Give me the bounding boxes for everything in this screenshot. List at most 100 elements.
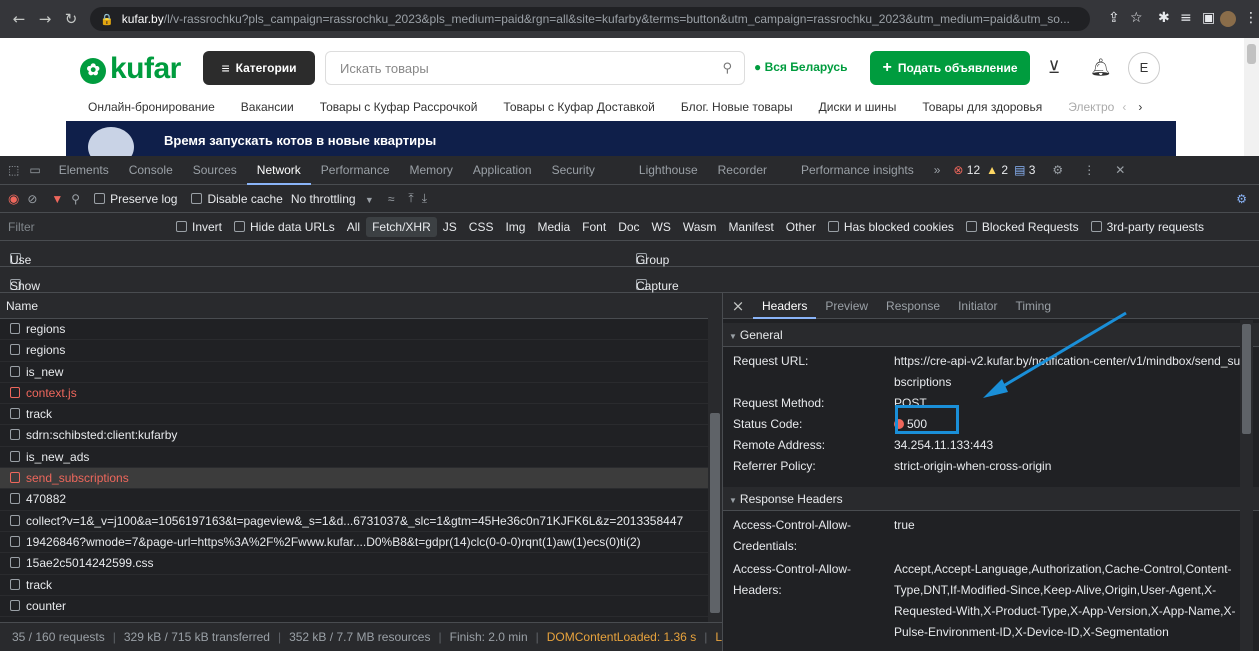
request-row[interactable]: sdrn:schibsted:client:kufarby <box>0 425 708 447</box>
kufar-logo[interactable]: ✿ kufar <box>80 52 181 86</box>
type-filter-other[interactable]: Other <box>780 217 822 237</box>
type-filter-img[interactable]: Img <box>499 217 531 237</box>
nav-item[interactable]: Товары с Куфар Доставкой <box>503 100 654 114</box>
tab-security[interactable]: Security <box>542 163 605 177</box>
tab-timing[interactable]: Timing <box>1006 299 1060 313</box>
message-count-badge[interactable]: ▤ 3 <box>1011 163 1038 177</box>
type-filter-fetch-xhr[interactable]: Fetch/XHR <box>366 216 437 237</box>
inspect-icon[interactable]: ⬚ <box>0 163 25 177</box>
hide-data-urls-checkbox[interactable]: Hide data URLs <box>228 217 341 237</box>
tab-lighthouse[interactable]: Lighthouse <box>605 163 708 177</box>
request-row[interactable]: regions <box>0 340 708 362</box>
bookmark-star-icon[interactable]: ☆ <box>1130 10 1143 26</box>
type-filter-all[interactable]: All <box>341 217 366 237</box>
request-row[interactable]: 19426846?wmode=7&page-url=https%3A%2F%2F… <box>0 532 708 554</box>
request-row[interactable]: regions <box>0 319 708 341</box>
tab-performance[interactable]: Performance <box>311 163 400 177</box>
response-headers-section-header[interactable]: ▼ Response Headers <box>723 487 1259 511</box>
third-party-checkbox[interactable]: 3rd-party requests <box>1085 217 1210 237</box>
invert-checkbox[interactable]: Invert <box>170 217 228 237</box>
request-row[interactable]: is_new <box>0 362 708 383</box>
network-settings-icon[interactable]: ⚙ <box>1236 192 1247 206</box>
close-devtools-icon[interactable]: ✕ <box>1105 163 1135 177</box>
extensions-icon[interactable]: ✱ <box>1158 10 1170 26</box>
search-icon[interactable]: ⚲ <box>722 61 732 76</box>
warning-count-badge[interactable]: ▲ 2 <box>983 163 1011 177</box>
disable-cache-checkbox[interactable]: Disable cache <box>191 192 283 206</box>
profile-avatar[interactable] <box>1220 11 1236 27</box>
type-filter-ws[interactable]: WS <box>646 217 677 237</box>
request-row[interactable]: 470882 <box>0 489 708 511</box>
scroll-thumb[interactable] <box>710 413 720 613</box>
request-row[interactable]: is_new_ads <box>0 447 708 469</box>
type-filter-wasm[interactable]: Wasm <box>677 217 723 237</box>
settings-gear-icon[interactable]: ⚙ <box>1038 163 1073 177</box>
tab-sources[interactable]: Sources <box>183 163 247 177</box>
tab-initiator[interactable]: Initiator <box>949 299 1006 313</box>
request-row[interactable]: track <box>0 575 708 596</box>
devtools-menu-icon[interactable]: ⋮ <box>1073 163 1105 177</box>
export-har-icon[interactable]: ⤓ <box>422 191 427 206</box>
nav-item[interactable]: Электро <box>1068 100 1114 114</box>
tab-elements[interactable]: Elements <box>49 163 119 177</box>
details-scrollbar[interactable] <box>1240 320 1253 651</box>
side-panel-icon[interactable]: ▣ <box>1202 10 1215 26</box>
tab-recorder[interactable]: Recorder <box>708 163 777 177</box>
tab-response[interactable]: Response <box>877 299 949 313</box>
reading-list-icon[interactable]: ≡ <box>1180 10 1192 26</box>
address-bar[interactable]: 🔒 kufar.by/l/v-rassrochku?pls_campaign=r… <box>90 7 1090 31</box>
request-row[interactable]: context.js <box>0 383 708 405</box>
back-icon[interactable]: ← <box>6 10 32 28</box>
tab-memory[interactable]: Memory <box>400 163 463 177</box>
network-conditions-icon[interactable]: ≈ <box>388 192 395 206</box>
type-filter-css[interactable]: CSS <box>463 217 500 237</box>
nav-next-icon[interactable]: › <box>1138 100 1142 114</box>
tab-application[interactable]: Application <box>463 163 542 177</box>
scroll-thumb[interactable] <box>1242 324 1251 434</box>
categories-button[interactable]: ≡ Категории <box>203 51 315 85</box>
post-ad-button[interactable]: + Подать объявление <box>870 51 1030 85</box>
reload-icon[interactable]: ↻ <box>58 10 84 28</box>
import-har-icon[interactable]: ⤒ <box>408 191 413 206</box>
throttling-select[interactable]: No throttling ▼ <box>291 192 374 206</box>
nav-item[interactable]: Товары с Куфар Рассрочкой <box>320 100 478 114</box>
nav-item[interactable]: Диски и шины <box>819 100 897 114</box>
type-filter-manifest[interactable]: Manifest <box>722 217 779 237</box>
filter-input[interactable]: Filter <box>0 220 170 234</box>
request-list-scrollbar[interactable] <box>708 293 722 622</box>
request-row[interactable]: track <box>0 404 708 426</box>
promo-banner[interactable]: Время запускать котов в новые квартиры <box>66 121 1176 156</box>
type-filter-doc[interactable]: Doc <box>612 217 645 237</box>
nav-item[interactable]: Вакансии <box>241 100 294 114</box>
tab-performance-insights[interactable]: Performance insights <box>777 163 924 177</box>
clear-icon[interactable]: ⊘ <box>27 192 37 206</box>
nav-prev-icon[interactable]: ‹ <box>1122 100 1126 114</box>
scroll-thumb[interactable] <box>1247 44 1256 64</box>
tab-network[interactable]: Network <box>246 156 311 185</box>
close-details-icon[interactable]: × <box>723 297 753 315</box>
blocked-cookies-checkbox[interactable]: Has blocked cookies <box>822 217 960 237</box>
filter-funnel-icon[interactable]: ▼ <box>51 192 63 206</box>
device-toggle-icon[interactable]: ▭ <box>25 163 48 177</box>
request-row[interactable]: collect?v=1&_v=j100&a=1056197163&t=pagev… <box>0 511 708 532</box>
tab-console[interactable]: Console <box>119 163 183 177</box>
preserve-log-checkbox[interactable]: Preserve log <box>94 192 177 206</box>
user-avatar[interactable]: E <box>1128 52 1160 84</box>
region-selector[interactable]: ● Вся Беларусь <box>754 60 847 74</box>
type-filter-js[interactable]: JS <box>437 217 463 237</box>
nav-item[interactable]: Блог. Новые товары <box>681 100 793 114</box>
type-filter-font[interactable]: Font <box>576 217 612 237</box>
share-icon[interactable]: ⇪ <box>1108 10 1120 26</box>
cart-icon[interactable]: ⊻ <box>1048 58 1060 78</box>
type-filter-media[interactable]: Media <box>531 217 576 237</box>
nav-item[interactable]: Онлайн-бронирование <box>88 100 215 114</box>
request-row[interactable]: counter <box>0 596 708 618</box>
nav-item[interactable]: Товары для здоровья <box>922 100 1042 114</box>
blocked-requests-checkbox[interactable]: Blocked Requests <box>960 217 1085 237</box>
tab-headers[interactable]: Headers <box>753 293 817 319</box>
record-icon[interactable]: ◉ <box>8 191 19 207</box>
search-icon[interactable]: ⚲ <box>71 192 80 206</box>
name-column-header[interactable]: Name <box>0 293 722 319</box>
menu-kebab-icon[interactable]: ⋮ <box>1244 10 1258 26</box>
page-scrollbar[interactable] <box>1244 38 1259 156</box>
